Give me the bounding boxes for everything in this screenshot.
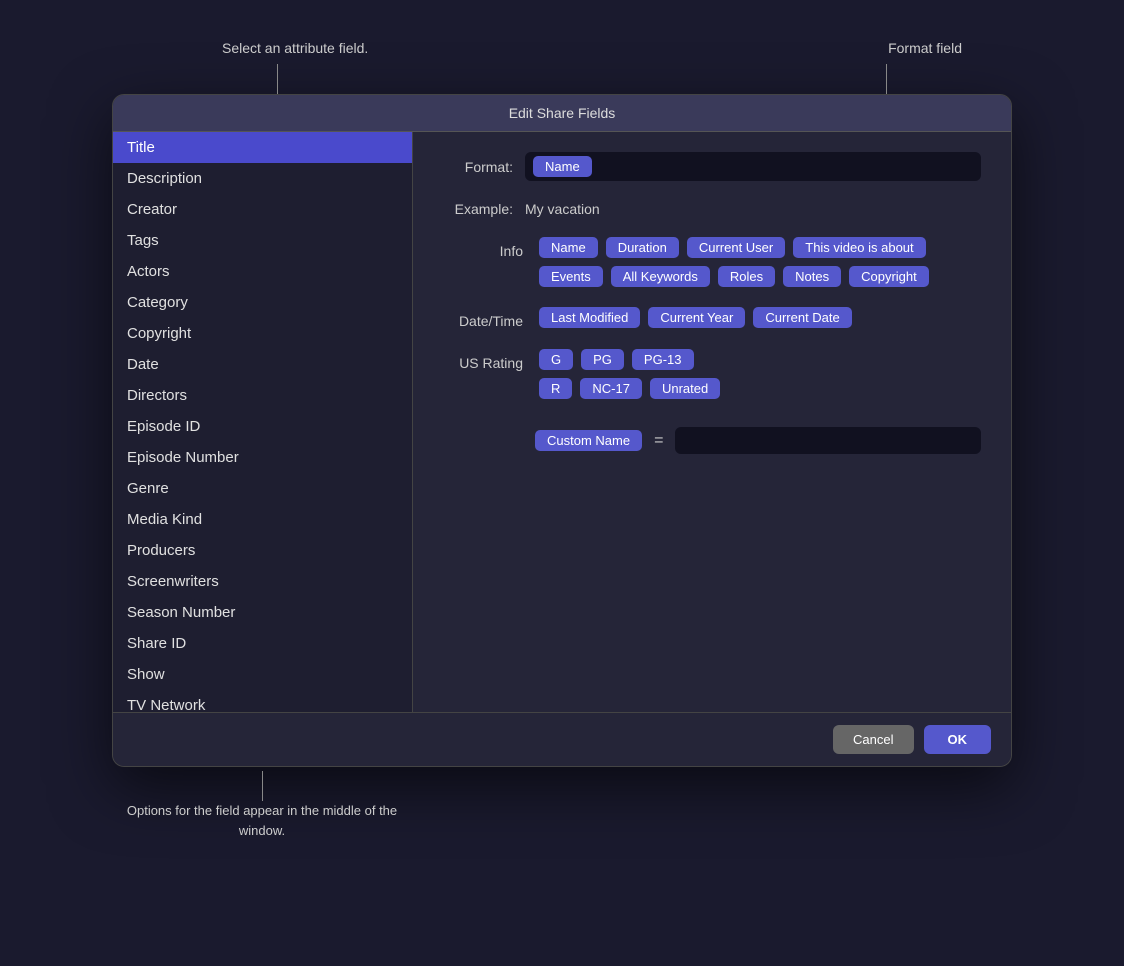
format-name-token[interactable]: Name bbox=[533, 156, 592, 177]
info-section-label: Info bbox=[443, 237, 523, 259]
example-value: My vacation bbox=[525, 201, 600, 217]
info-token-all-keywords[interactable]: All Keywords bbox=[611, 266, 710, 287]
annotation-lines bbox=[112, 64, 1012, 94]
info-tokens: Name Duration Current User This video is ab… bbox=[539, 237, 981, 287]
sidebar-item-description[interactable]: Description bbox=[113, 163, 412, 194]
datetime-tokens: Last Modified Current Year Current Date bbox=[539, 307, 981, 328]
custom-name-button[interactable]: Custom Name bbox=[535, 430, 642, 451]
dialog-titlebar: Edit Share Fields bbox=[113, 95, 1011, 132]
example-label: Example: bbox=[443, 201, 513, 217]
rating-token-unrated[interactable]: Unrated bbox=[650, 378, 720, 399]
annotation-bottom-line bbox=[262, 771, 263, 801]
sidebar-item-copyright[interactable]: Copyright bbox=[113, 318, 412, 349]
rating-token-pg-13[interactable]: PG-13 bbox=[632, 349, 694, 370]
datetime-section-label: Date/Time bbox=[443, 307, 523, 329]
sidebar-item-directors[interactable]: Directors bbox=[113, 380, 412, 411]
info-token-roles[interactable]: Roles bbox=[718, 266, 775, 287]
sidebar-item-producers[interactable]: Producers bbox=[113, 535, 412, 566]
info-token-current-user[interactable]: Current User bbox=[687, 237, 785, 258]
annotation-bottom-text: Options for the field appear in the midd… bbox=[112, 801, 412, 840]
rating-token-g[interactable]: G bbox=[539, 349, 573, 370]
sidebar-item-share-id[interactable]: Share ID bbox=[113, 628, 412, 659]
sidebar-item-date[interactable]: Date bbox=[113, 349, 412, 380]
annotation-left-line bbox=[277, 64, 278, 94]
info-token-name[interactable]: Name bbox=[539, 237, 598, 258]
info-token-this-video-is-about[interactable]: This video is about bbox=[793, 237, 925, 258]
annotation-area: Select an attribute field. Format field bbox=[112, 40, 1012, 94]
info-token-duration[interactable]: Duration bbox=[606, 237, 679, 258]
sidebar-item-season-number[interactable]: Season Number bbox=[113, 597, 412, 628]
sidebar-item-genre[interactable]: Genre bbox=[113, 473, 412, 504]
annotation-top: Select an attribute field. Format field bbox=[112, 40, 1012, 56]
sidebar-item-episode-id[interactable]: Episode ID bbox=[113, 411, 412, 442]
equals-sign: = bbox=[654, 432, 663, 450]
sidebar-item-screenwriters[interactable]: Screenwriters bbox=[113, 566, 412, 597]
rating-token-r[interactable]: R bbox=[539, 378, 572, 399]
ok-button[interactable]: OK bbox=[924, 725, 992, 754]
cancel-button[interactable]: Cancel bbox=[833, 725, 913, 754]
dialog-footer: Cancel OK bbox=[113, 712, 1011, 766]
format-field-bar: Name bbox=[525, 152, 981, 181]
sidebar-item-title[interactable]: Title bbox=[113, 132, 412, 163]
format-row: Format: Name bbox=[443, 152, 981, 181]
info-token-notes[interactable]: Notes bbox=[783, 266, 841, 287]
annotation-right-line bbox=[886, 64, 887, 94]
datetime-token-current-date[interactable]: Current Date bbox=[753, 307, 851, 328]
format-label: Format: bbox=[443, 159, 513, 175]
sidebar-item-actors[interactable]: Actors bbox=[113, 256, 412, 287]
sidebar-item-category[interactable]: Category bbox=[113, 287, 412, 318]
info-section-row: Info Name Duration Current User This video … bbox=[443, 237, 981, 287]
sidebar-item-media-kind[interactable]: Media Kind bbox=[113, 504, 412, 535]
sidebar-item-tags[interactable]: Tags bbox=[113, 225, 412, 256]
sidebar-item-episode-number[interactable]: Episode Number bbox=[113, 442, 412, 473]
info-token-copyright[interactable]: Copyright bbox=[849, 266, 929, 287]
datetime-token-current-year[interactable]: Current Year bbox=[648, 307, 745, 328]
sidebar-item-tv-network[interactable]: TV Network bbox=[113, 690, 412, 712]
sidebar-item-creator[interactable]: Creator bbox=[113, 194, 412, 225]
annotation-bottom-left: Options for the field appear in the midd… bbox=[112, 771, 412, 840]
annotation-right-text: Format field bbox=[888, 40, 962, 56]
custom-name-input[interactable] bbox=[675, 427, 981, 454]
rating-section-label: US Rating bbox=[443, 349, 523, 371]
sidebar: TitleDescriptionCreatorTagsActorsCategor… bbox=[113, 132, 413, 712]
datetime-section-row: Date/Time Last Modified Current Year Curre… bbox=[443, 307, 981, 329]
datetime-token-last-modified[interactable]: Last Modified bbox=[539, 307, 640, 328]
rating-section-row: US Rating G PG PG-13 R NC-17 Unrated bbox=[443, 349, 981, 399]
dialog-body: TitleDescriptionCreatorTagsActorsCategor… bbox=[113, 132, 1011, 712]
example-row: Example: My vacation bbox=[443, 201, 981, 217]
rating-token-nc-17[interactable]: NC-17 bbox=[580, 378, 642, 399]
annotation-left-text: Select an attribute field. bbox=[222, 40, 368, 56]
main-content: Format: Name Example: My vacation Info N… bbox=[413, 132, 1011, 712]
rating-tokens: G PG PG-13 R NC-17 Unrated bbox=[539, 349, 981, 399]
dialog-title: Edit Share Fields bbox=[509, 105, 616, 121]
info-token-events[interactable]: Events bbox=[539, 266, 603, 287]
custom-name-row: Custom Name = bbox=[443, 427, 981, 454]
sidebar-item-show[interactable]: Show bbox=[113, 659, 412, 690]
annotation-bottom-area: Options for the field appear in the midd… bbox=[112, 771, 1012, 840]
rating-token-pg[interactable]: PG bbox=[581, 349, 624, 370]
edit-share-fields-dialog: Edit Share Fields TitleDescriptionCreato… bbox=[112, 94, 1012, 767]
